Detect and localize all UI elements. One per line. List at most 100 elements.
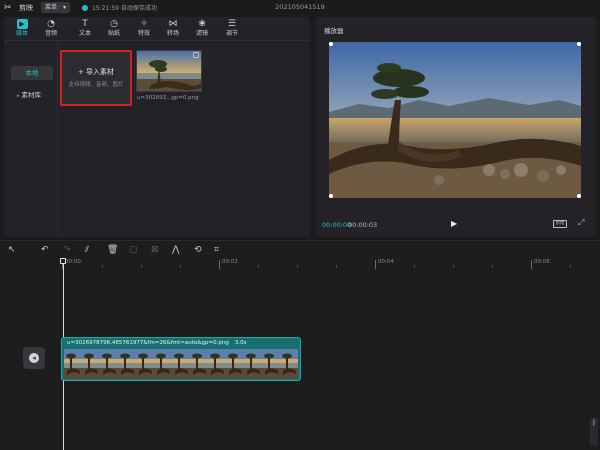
sidebar-item-label: 本地 (25, 69, 39, 77)
resize-handle[interactable] (577, 42, 581, 46)
ruler-tick (102, 265, 103, 268)
clip-frame (172, 349, 190, 379)
play-icon[interactable]: ▶ (451, 219, 457, 228)
freeze-icon[interactable]: ▢ (129, 245, 138, 255)
media-thumbnail[interactable] (136, 50, 202, 92)
ruler-tick (453, 265, 454, 268)
ruler-tick (141, 265, 142, 268)
sidebar-item-library[interactable]: ▸ 素材库 (11, 88, 53, 102)
import-media-button[interactable]: + 导入素材 支持视频、音频、图片 (60, 50, 132, 106)
reverse-icon[interactable]: ⊠ (151, 245, 159, 255)
transition-icon: ⋈ (168, 19, 178, 29)
media-filename: u=302693...gp=0.png (137, 95, 199, 101)
crop-icon[interactable]: ⌗ (214, 245, 219, 255)
import-title: + 导入素材 (62, 67, 130, 77)
player-panel: 播放器 00:00:00 00:00:03 ▶ 原始 ⤢ (316, 17, 596, 237)
clip-frame (64, 349, 82, 379)
mirror-icon[interactable]: ⋀ (172, 245, 179, 255)
ruler-tick (180, 265, 181, 268)
ruler-tick (219, 260, 220, 269)
player-title: 播放器 (324, 27, 344, 35)
ruler-tick (297, 265, 298, 268)
audio-icon: ◔ (47, 19, 55, 29)
project-title: 202105041519 (275, 3, 325, 11)
tab-adjust[interactable]: ☰ 调节 (218, 19, 246, 41)
total-timecode: 00:00:03 (348, 221, 378, 229)
clip-frame (82, 349, 100, 379)
clip-frame (118, 349, 136, 379)
ruler-label: 00:06 (534, 259, 550, 265)
tab-transition[interactable]: ⋈ 转场 (159, 19, 187, 41)
import-title-text: 导入素材 (86, 68, 115, 76)
undo-icon[interactable]: ↶ (41, 245, 49, 255)
delete-icon[interactable]: 🗑 (107, 245, 118, 255)
resize-handle[interactable] (577, 194, 581, 198)
filter-icon: ❀ (198, 19, 206, 29)
cover-icon: ◂ (29, 353, 39, 363)
redo-icon[interactable]: ↷ (63, 245, 71, 255)
select-tool-icon[interactable]: ↖ (8, 245, 16, 255)
clip-frame (136, 349, 154, 379)
fullscreen-icon[interactable]: ⤢ (578, 218, 584, 228)
clip-frame (190, 349, 208, 379)
tab-audio-label: 音频 (44, 30, 57, 37)
ruler-tick (258, 265, 259, 268)
rotate-icon[interactable]: ⟲ (194, 245, 202, 255)
resize-handle[interactable] (329, 194, 333, 198)
tab-media[interactable]: ▶ 媒体 (8, 19, 36, 41)
clip-frame (280, 349, 298, 379)
timeline-panel: ↖ ↶ ↷ ⫽ 🗑 ▢ ⊠ ⋀ ⟲ ⌗ 00:00 00:02 00:04 00… (0, 240, 600, 450)
tab-filter-label: 滤镜 (195, 30, 208, 37)
sticker-icon: ◷ (110, 19, 118, 29)
sidebar-item-label: 素材库 (21, 91, 42, 99)
clip-frame (154, 349, 172, 379)
time-ruler[interactable]: 00:00 00:02 00:04 00:06 (62, 257, 600, 269)
track-cover-button[interactable]: ◂ (23, 347, 45, 369)
ruler-label: 00:04 (378, 259, 394, 265)
select-checkbox[interactable] (193, 52, 199, 58)
clip-name: u=3026978796,485761977&fm=26&fmt=auto&gp… (67, 340, 229, 346)
text-icon: T (82, 19, 88, 29)
clip-label: u=3026978796,485761977&fm=26&fmt=auto&gp… (67, 340, 246, 346)
clip-frame (100, 349, 118, 379)
ruler-tick (492, 265, 493, 268)
ruler-label: 00:00 (65, 259, 81, 265)
tab-effects-label: 特效 (137, 30, 150, 37)
preview-image (329, 42, 581, 198)
preview-canvas[interactable] (329, 42, 581, 214)
ruler-label: 00:02 (222, 259, 238, 265)
current-timecode: 00:00:00 (322, 221, 352, 229)
tab-filter[interactable]: ❀ 滤镜 (188, 19, 216, 41)
tab-transition-label: 转场 (166, 30, 179, 37)
clip-duration: 3.0s (234, 340, 247, 346)
media-sidebar: 本地 ▸ 素材库 (4, 42, 58, 237)
scroll-indicator[interactable]: j (590, 418, 598, 446)
tab-effects[interactable]: ✧ 特效 (130, 19, 158, 41)
tab-sticker-label: 贴纸 (107, 30, 120, 37)
tab-sticker[interactable]: ◷ 贴纸 (100, 19, 128, 41)
clip-frame (226, 349, 244, 379)
title-bar: ✂ 剪映 菜单 ▾ 15:21:59 自动保存成功 202105041519 (0, 0, 600, 16)
aspect-ratio-button[interactable]: 原始 (553, 220, 567, 228)
timeline-clip[interactable]: u=3026978796,485761977&fm=26&fmt=auto&gp… (61, 337, 301, 381)
tab-adjust-label: 调节 (225, 30, 238, 37)
clip-frame (244, 349, 262, 379)
clip-thumbnail-strip (64, 349, 300, 379)
chevron-right-icon: ▸ (17, 93, 20, 99)
ruler-tick (570, 265, 571, 268)
media-toolbar: ▶ 媒体 ◔ 音频 T 文本 ◷ 贴纸 ✧ 特效 ⋈ 转场 ❀ 滤镜 ☰ 调节 (4, 17, 310, 41)
ruler-tick (531, 260, 532, 269)
split-icon[interactable]: ⫽ (85, 245, 89, 255)
sidebar-item-local[interactable]: 本地 (11, 66, 53, 80)
media-panel: ▶ 媒体 ◔ 音频 T 文本 ◷ 贴纸 ✧ 特效 ⋈ 转场 ❀ 滤镜 ☰ 调节 (4, 17, 310, 237)
media-icon: ▶ (16, 19, 28, 29)
clip-frame (262, 349, 280, 379)
ruler-tick (336, 265, 337, 268)
import-subtitle: 支持视频、音频、图片 (68, 82, 124, 88)
resize-handle[interactable] (329, 42, 333, 46)
tab-audio[interactable]: ◔ 音频 (37, 19, 65, 41)
clip-frame (208, 349, 226, 379)
ruler-tick (414, 265, 415, 268)
tab-text[interactable]: T 文本 (71, 19, 99, 41)
ruler-tick (375, 260, 376, 269)
